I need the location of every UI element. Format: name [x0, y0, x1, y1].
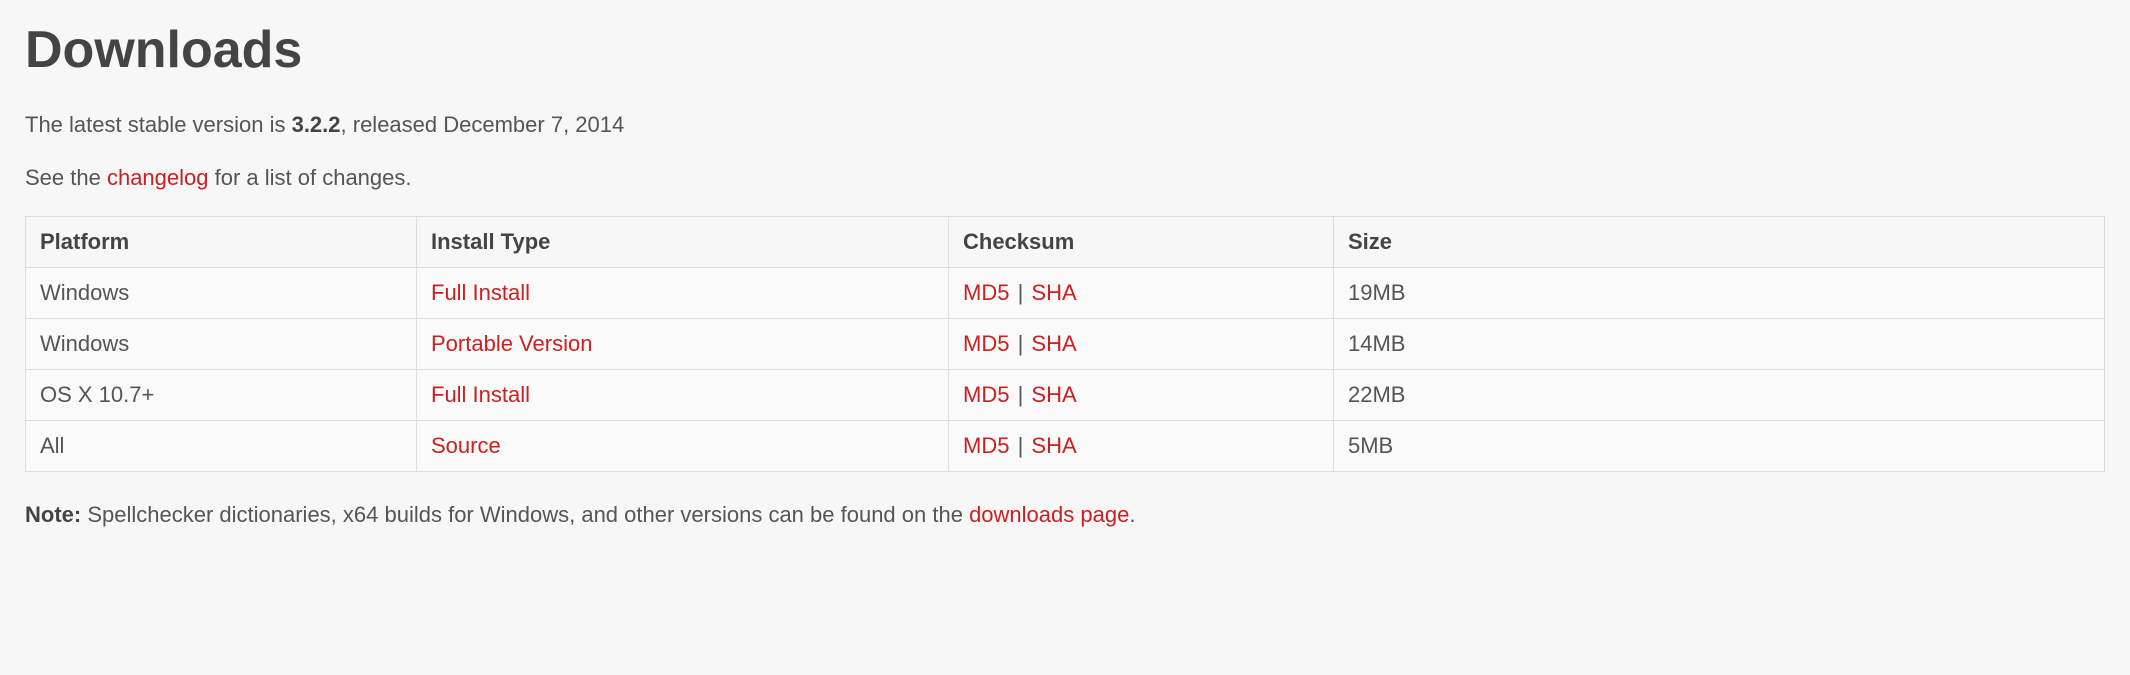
- version-number: 3.2.2: [292, 112, 341, 137]
- table-row: WindowsFull InstallMD5 | SHA19MB: [26, 267, 2105, 318]
- version-line: The latest stable version is 3.2.2, rele…: [25, 110, 2105, 141]
- changelog-link[interactable]: changelog: [107, 165, 209, 190]
- cell-checksum: MD5 | SHA: [949, 267, 1334, 318]
- checksum-md5-link[interactable]: MD5: [963, 433, 1009, 458]
- install-type-link[interactable]: Full Install: [431, 280, 530, 305]
- cell-size: 19MB: [1334, 267, 2105, 318]
- downloads-table: Platform Install Type Checksum Size Wind…: [25, 216, 2105, 472]
- table-header-row: Platform Install Type Checksum Size: [26, 216, 2105, 267]
- changelog-prefix: See the: [25, 165, 107, 190]
- page-title: Downloads: [25, 20, 2105, 80]
- checksum-separator: |: [1009, 331, 1031, 356]
- checksum-md5-link[interactable]: MD5: [963, 382, 1009, 407]
- changelog-line: See the changelog for a list of changes.: [25, 163, 2105, 194]
- checksum-sha-link[interactable]: SHA: [1031, 433, 1076, 458]
- install-type-link[interactable]: Full Install: [431, 382, 530, 407]
- checksum-sha-link[interactable]: SHA: [1031, 331, 1076, 356]
- cell-checksum: MD5 | SHA: [949, 420, 1334, 471]
- cell-install-type: Full Install: [417, 267, 949, 318]
- cell-install-type: Source: [417, 420, 949, 471]
- downloads-page-link[interactable]: downloads page: [969, 502, 1129, 527]
- checksum-separator: |: [1009, 433, 1031, 458]
- cell-checksum: MD5 | SHA: [949, 318, 1334, 369]
- table-row: AllSourceMD5 | SHA5MB: [26, 420, 2105, 471]
- cell-size: 22MB: [1334, 369, 2105, 420]
- checksum-sha-link[interactable]: SHA: [1031, 280, 1076, 305]
- cell-platform: Windows: [26, 318, 417, 369]
- note-label: Note:: [25, 502, 81, 527]
- table-row: OS X 10.7+Full InstallMD5 | SHA22MB: [26, 369, 2105, 420]
- note-suffix: .: [1129, 502, 1135, 527]
- checksum-md5-link[interactable]: MD5: [963, 280, 1009, 305]
- version-suffix: , released December 7, 2014: [341, 112, 625, 137]
- cell-install-type: Full Install: [417, 369, 949, 420]
- note-body: Spellchecker dictionaries, x64 builds fo…: [81, 502, 969, 527]
- header-install-type: Install Type: [417, 216, 949, 267]
- header-checksum: Checksum: [949, 216, 1334, 267]
- cell-platform: OS X 10.7+: [26, 369, 417, 420]
- cell-install-type: Portable Version: [417, 318, 949, 369]
- checksum-separator: |: [1009, 382, 1031, 407]
- checksum-sha-link[interactable]: SHA: [1031, 382, 1076, 407]
- cell-size: 14MB: [1334, 318, 2105, 369]
- install-type-link[interactable]: Portable Version: [431, 331, 592, 356]
- checksum-separator: |: [1009, 280, 1031, 305]
- cell-size: 5MB: [1334, 420, 2105, 471]
- header-platform: Platform: [26, 216, 417, 267]
- install-type-link[interactable]: Source: [431, 433, 501, 458]
- header-size: Size: [1334, 216, 2105, 267]
- version-prefix: The latest stable version is: [25, 112, 292, 137]
- changelog-suffix: for a list of changes.: [209, 165, 412, 190]
- cell-platform: Windows: [26, 267, 417, 318]
- checksum-md5-link[interactable]: MD5: [963, 331, 1009, 356]
- cell-checksum: MD5 | SHA: [949, 369, 1334, 420]
- table-row: WindowsPortable VersionMD5 | SHA14MB: [26, 318, 2105, 369]
- cell-platform: All: [26, 420, 417, 471]
- note-line: Note: Spellchecker dictionaries, x64 bui…: [25, 500, 2105, 531]
